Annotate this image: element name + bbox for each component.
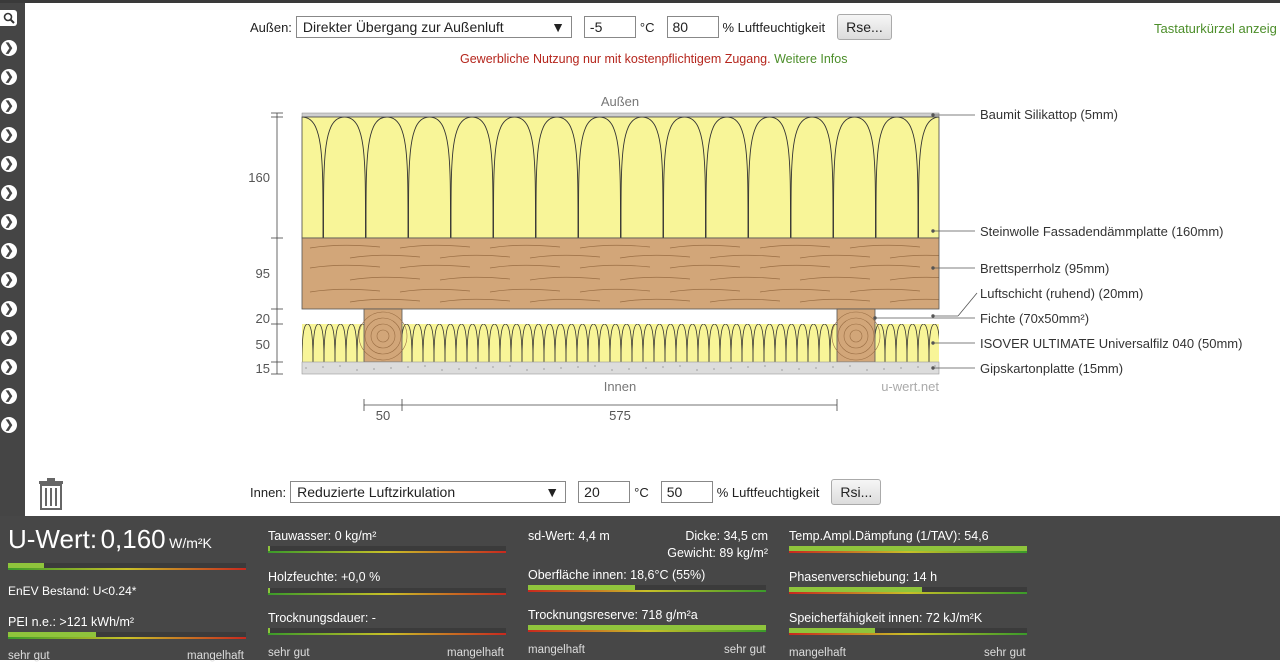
weight-value: Gewicht: 89 kg/m² <box>667 546 768 560</box>
heat-storage-value: Speicherfähigkeit innen: 72 kJ/m²K <box>789 611 983 625</box>
inside-label: Innen: <box>250 484 287 500</box>
spruce-batten <box>831 308 881 363</box>
wood-moisture-bar <box>268 588 506 595</box>
watermark: u-wert.net <box>881 379 939 394</box>
render-layer <box>301 112 940 118</box>
pei-value: PEI n.e.: >121 kWh/m² <box>8 615 135 629</box>
dimension-label: 160 <box>248 170 270 185</box>
scale-good-label: sehr gut <box>724 644 766 656</box>
u-value-unit: W/m²K <box>169 535 212 551</box>
results-panel: U-Wert: 0,160 W/m²K EnEV Bestand: U<0.24… <box>0 516 1280 662</box>
trash-icon[interactable] <box>38 478 64 510</box>
humidity-unit: % Luftfeuchtigkeit <box>716 484 820 500</box>
layer-label-air: Luftschicht (ruhend) (20mm) <box>980 286 1143 301</box>
inside-humidity-input[interactable]: 50 <box>660 481 713 503</box>
drying-reserve-bar <box>528 625 766 632</box>
temperature-unit: °C <box>634 484 649 500</box>
scale-good-label: sehr gut <box>268 647 310 659</box>
layer-label-batten: Fichte (70x50mm²) <box>980 311 1089 326</box>
dimension-label: 50 <box>376 408 390 423</box>
phase-shift-bar <box>789 587 1027 594</box>
u-value-label: U-Wert: <box>8 524 98 554</box>
dimension-label: 20 <box>256 311 270 326</box>
layer-label-isover: ISOVER ULTIMATE Universalfilz 040 (50mm) <box>980 336 1242 351</box>
scale-bad-label: mangelhaft <box>447 647 504 659</box>
dimension-label: 15 <box>256 361 270 376</box>
inside-air-select[interactable]: Reduzierte Luftzirkulation ▼ <box>290 481 567 503</box>
tav-value: Temp.Ampl.Dämpfung (1/TAV): 54,6 <box>789 529 989 543</box>
u-value-bar <box>8 563 246 570</box>
surface-temp-bar <box>528 585 766 592</box>
dimension-label: 575 <box>609 408 631 423</box>
inside-conditions: Innen: Reduzierte Luftzirkulation ▼ 20 °… <box>250 479 882 505</box>
dimension-line <box>271 112 283 375</box>
condensate-bar <box>268 546 506 553</box>
dropdown-arrow-icon: ▼ <box>545 484 560 500</box>
u-value: 0,160 <box>100 524 166 554</box>
scale-good-label: sehr gut <box>984 647 1026 659</box>
wall-section-diagram: Außen Innen u-wert.net 160 95 20 50 15 5… <box>248 94 1242 423</box>
dimension-label: 95 <box>256 266 270 281</box>
gypsum-board-layer <box>301 361 940 375</box>
scale-bad-label: mangelhaft <box>528 644 585 656</box>
drying-time-value: Trocknungsdauer: - <box>268 611 376 625</box>
inside-select-value: Reduzierte Luftzirkulation <box>297 484 456 500</box>
scale-bad-label: mangelhaft <box>187 650 244 662</box>
condensate-value: Tauwasser: 0 kg/m² <box>268 529 377 543</box>
rsi-button[interactable]: Rsi... <box>831 479 882 505</box>
surface-temp-value: Oberfläche innen: 18,6°C (55%) <box>528 568 706 582</box>
enev-reference: EnEV Bestand: U<0.24* <box>8 584 137 598</box>
inside-side-label: Innen <box>604 379 637 394</box>
thickness-value: Dicke: 34,5 cm <box>685 529 768 543</box>
u-value-display: U-Wert: 0,160 W/m²K <box>8 524 212 555</box>
layer-label-gypsum: Gipskartonplatte (15mm) <box>980 361 1123 376</box>
layer-label-mineral-wool: Steinwolle Fassadendämmplatte (160mm) <box>980 224 1224 239</box>
pei-bar <box>8 632 246 639</box>
phase-shift-value: Phasenverschiebung: 14 h <box>789 570 938 584</box>
spruce-batten <box>358 308 408 363</box>
layer-label-clt: Brettsperrholz (95mm) <box>980 261 1109 276</box>
wood-moisture-value: Holzfeuchte: +0,0 % <box>268 570 381 584</box>
scale-bad-label: mangelhaft <box>789 647 846 659</box>
drying-reserve-value: Trocknungsreserve: 718 g/m²a <box>528 608 698 622</box>
inside-temperature-input[interactable]: 20 <box>578 481 631 503</box>
mineral-wool-layer <box>301 116 940 239</box>
layer-label-render: Baumit Silikattop (5mm) <box>980 107 1118 122</box>
drying-time-bar <box>268 628 506 635</box>
scale-good-label: sehr gut <box>8 650 50 662</box>
outside-side-label: Außen <box>601 94 639 109</box>
bottom-dimension-line <box>363 399 838 411</box>
dimension-label: 50 <box>256 337 270 352</box>
heat-storage-bar <box>789 628 1027 635</box>
tav-bar <box>789 546 1027 553</box>
clt-layer <box>301 237 940 310</box>
